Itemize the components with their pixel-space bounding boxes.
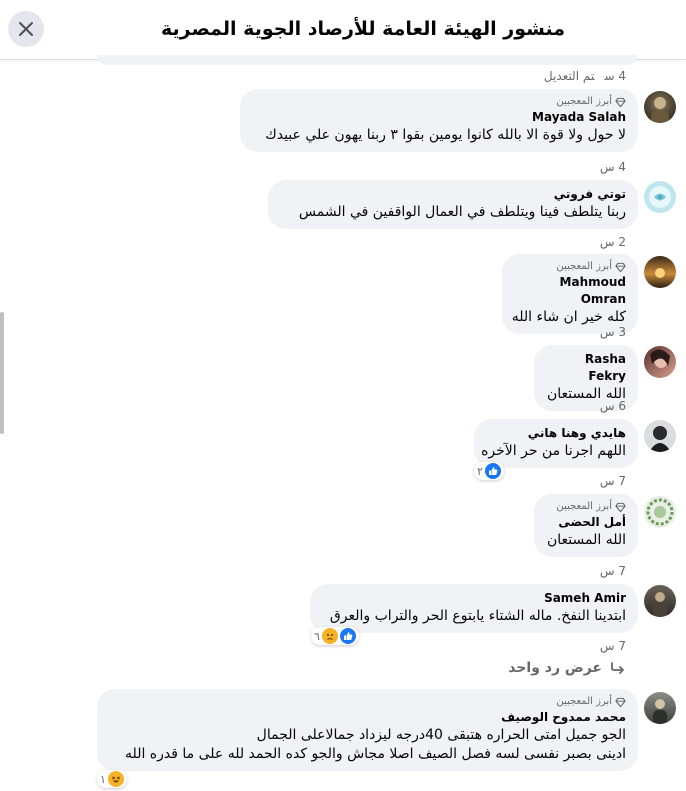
avatar[interactable] (644, 496, 676, 528)
commenter-name[interactable]: Mahmoud Omran (514, 274, 626, 308)
reaction-count: ١ (100, 772, 106, 786)
reply-arrow-icon (611, 662, 624, 674)
comment-time[interactable]: 4 س (600, 159, 626, 175)
dialog-header: منشور الهيئة العامة للأرصاد الجوية المصر… (0, 0, 686, 60)
avatar-image (646, 498, 674, 526)
comment-bubble: أبرز المعجبين محمد ممدوح الوصيف الجو جمي… (97, 689, 638, 771)
diamond-icon (615, 262, 626, 272)
avatar[interactable] (644, 585, 676, 617)
avatar[interactable] (644, 692, 676, 724)
comment-bubble: هايدي وهنا هاني اللهم اجرنا من حر الآخره (474, 419, 638, 468)
comment-bubble: Sameh Amir ابتدينا النفخ. ماله الشتاء يا… (310, 584, 638, 633)
comment-bubble: أبرز المعجبين Mahmoud Omran كله خير ان ش… (502, 254, 638, 334)
comment-bubble: أبرز المعجبين أمل الحضى الله المستعان (534, 494, 638, 557)
avatar-image (651, 97, 669, 123)
comment-time[interactable]: 2 س (600, 234, 626, 250)
edited-label: تم التعديل (543, 69, 595, 83)
comment-bubble: أبرز المعجبين Mayada Salah لا حول ولا قو… (240, 89, 638, 152)
top-fan-badge: أبرز المعجبين (514, 260, 626, 274)
avatar[interactable] (644, 346, 676, 378)
commenter-name[interactable]: توتي فروتي (280, 186, 626, 203)
comment-time[interactable]: 3 س (600, 324, 626, 340)
dialog-title: منشور الهيئة العامة للأرصاد الجوية المصر… (160, 18, 566, 40)
diamond-icon (615, 502, 626, 512)
avatar-image (655, 268, 665, 278)
like-reaction-icon (339, 628, 356, 644)
commenter-name[interactable]: محمد ممدوح الوصيف (109, 709, 626, 726)
previous-comment-bubble (97, 55, 637, 65)
top-fan-badge: أبرز المعجبين (252, 95, 626, 109)
sad-reaction-icon (321, 628, 338, 644)
avatar[interactable] (644, 420, 676, 452)
commenter-name[interactable]: Sameh Amir (322, 590, 626, 607)
comment-text: الله المستعان (546, 532, 626, 548)
view-replies-button[interactable]: عرض رد واحد (508, 660, 626, 676)
avatar-image (650, 349, 670, 368)
comment-text: ربنا يتلطف فينا ويتلطف في العمال الواقفي… (298, 204, 626, 220)
avatar-image (649, 426, 671, 452)
comment-time[interactable]: 7 س (600, 473, 626, 489)
comment-meta-top: 4 س تم التعديل (544, 68, 626, 84)
close-button[interactable] (8, 11, 44, 47)
commenter-name[interactable]: Mayada Salah (252, 109, 626, 126)
reactions-summary[interactable]: ١ (97, 770, 127, 788)
diamond-icon (615, 697, 626, 707)
avatar[interactable] (644, 181, 676, 213)
comment-time[interactable]: 7 س (600, 563, 626, 579)
comment-bubble: توتي فروتي ربنا يتلطف فينا ويتلطف في الع… (268, 180, 638, 229)
comment-time[interactable]: 4 س (604, 69, 626, 83)
view-replies-label: عرض رد واحد (508, 660, 602, 676)
close-icon (19, 22, 33, 36)
like-reaction-icon (484, 463, 501, 479)
top-fan-badge: أبرز المعجبين (546, 500, 626, 514)
comment-text: اللهم اجرنا من حر الآخره (481, 443, 626, 459)
comment-text-line: الجو جميل امتى الحراره هتبقى 40درجه ليزد… (256, 727, 626, 743)
scrollbar[interactable] (0, 312, 4, 434)
avatar[interactable] (644, 256, 676, 288)
comment-text: ابتدينا النفخ. ماله الشتاء يابتوع الحر و… (329, 608, 626, 624)
comment-time[interactable]: 6 س (600, 398, 626, 414)
comment-time[interactable]: 7 س (600, 638, 626, 654)
reaction-count: ٦ (314, 629, 320, 643)
avatar-image (653, 699, 667, 724)
avatar-image (649, 186, 671, 208)
comment-text-line: ادينى بصبر نفسى لسه فصل الصيف اصلا مجاش … (125, 746, 626, 762)
reactions-summary[interactable]: ٦ (311, 627, 359, 645)
comment-text: لا حول ولا قوة الا بالله كانوا يومين بقو… (265, 127, 626, 143)
avatar-image (653, 592, 667, 617)
reaction-count: ٢ (477, 464, 483, 478)
commenter-name[interactable]: Rasha Fekry (546, 351, 626, 385)
top-fan-badge: أبرز المعجبين (109, 695, 626, 709)
haha-reaction-icon (107, 771, 124, 787)
diamond-icon (615, 97, 626, 107)
commenter-name[interactable]: هايدي وهنا هاني (486, 425, 626, 442)
avatar[interactable] (644, 91, 676, 123)
reactions-summary[interactable]: ٢ (474, 462, 504, 480)
commenter-name[interactable]: أمل الحضى (546, 514, 626, 531)
